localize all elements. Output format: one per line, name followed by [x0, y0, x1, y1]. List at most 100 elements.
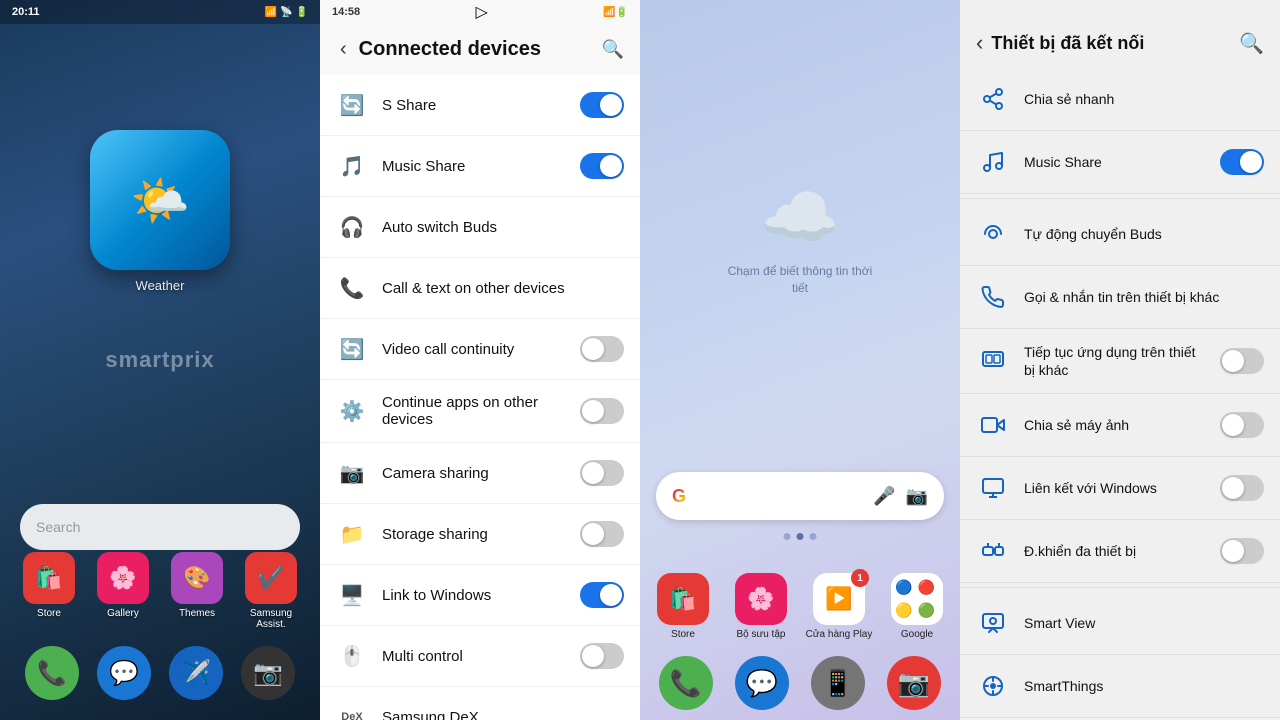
dock-camera[interactable]: 📷: [241, 646, 295, 700]
calltext-label: Call & text on other devices: [382, 280, 624, 297]
vn-item-smartview[interactable]: Smart View: [960, 592, 1280, 655]
lens-icon[interactable]: 📷: [906, 486, 928, 507]
setting-item-multicontrol[interactable]: 🖱️ Multi control: [320, 626, 640, 687]
sshare-toggle[interactable]: [580, 92, 624, 118]
status-bar-p2: 14:58 ▷ 📶🔋: [320, 0, 640, 24]
vn-item-chiasenhank[interactable]: Chia sẻ nhanh: [960, 68, 1280, 131]
dock-p1: 📞 💬 ✈️ 📷: [0, 636, 320, 710]
panel-android-home-vn: ☁️ Chạm để biết thông tin thời tiết G 🎤 …: [640, 0, 960, 720]
vn-smartview-icon: [976, 606, 1010, 640]
storagesharing-toggle[interactable]: [580, 521, 624, 547]
dock-phone[interactable]: 📞: [25, 646, 79, 700]
setting-item-calltext[interactable]: 📞 Call & text on other devices: [320, 258, 640, 319]
storagesharing-icon: 📁: [336, 518, 368, 550]
videocall-toggle[interactable]: [580, 336, 624, 362]
calltext-icon: 📞: [336, 272, 368, 304]
search-bar-p1[interactable]: Search: [20, 504, 300, 550]
continueapps-toggle[interactable]: [580, 398, 624, 424]
gallery-label: Gallery: [107, 608, 139, 619]
p3-store-label: Store: [671, 629, 695, 640]
vn-smartthings-icon: [976, 669, 1010, 703]
vn-settings-list: Chia sẻ nhanh Music Share: [960, 68, 1280, 720]
continueapps-label: Continue apps on other devices: [382, 394, 566, 428]
status-icons-p1: 📶📡🔋: [265, 7, 308, 18]
setting-item-continueapps[interactable]: ⚙️ Continue apps on other devices: [320, 380, 640, 443]
vn-calltext-label: Gọi & nhắn tin trên thiết bị khác: [1024, 288, 1264, 306]
grid-app-themes[interactable]: 🎨 Themes: [164, 552, 230, 630]
setting-item-sshare[interactable]: 🔄 S Share: [320, 75, 640, 136]
p3-app-store[interactable]: 🛍️ Store: [648, 573, 718, 640]
weather-icon: 🌤️: [130, 172, 190, 229]
p3-dock-app3[interactable]: 📱: [811, 656, 865, 710]
google-g-icon: G: [672, 486, 686, 507]
vn-item-camerasharing[interactable]: Chia sẻ máy ảnh: [960, 394, 1280, 457]
status-icons-p2: 📶🔋: [603, 7, 628, 18]
status-bar-panel1: 20:11 📶📡🔋: [0, 0, 320, 24]
play-badge: 1: [851, 569, 869, 587]
grid-app-store[interactable]: 🛍️ Store: [16, 552, 82, 630]
setting-item-autobuds[interactable]: 🎧 Auto switch Buds: [320, 197, 640, 258]
weather-app-icon[interactable]: 🌤️: [90, 130, 230, 270]
vn-linkwindows-icon: [976, 471, 1010, 505]
dock-messages[interactable]: 💬: [97, 646, 151, 700]
setting-item-musicshare[interactable]: 🎵 Music Share: [320, 136, 640, 197]
weather-app-container: 🌤️ Weather: [90, 130, 230, 293]
linkwindows-toggle[interactable]: [580, 582, 624, 608]
camerasharing-toggle[interactable]: [580, 460, 624, 486]
cloud-widget: ☁️ Chạm để biết thông tin thời tiết: [720, 180, 880, 297]
p3-store-icon: 🛍️: [657, 573, 709, 625]
setting-item-videocall[interactable]: 🔄 Video call continuity: [320, 319, 640, 380]
linkwindows-label: Link to Windows: [382, 587, 566, 604]
vn-item-autobuds[interactable]: Tự động chuyển Buds: [960, 203, 1280, 266]
setting-item-dex[interactable]: DeX Samsung DeX: [320, 687, 640, 720]
p3-app-gallery[interactable]: 🌸 Bộ sưu tập: [726, 573, 796, 640]
search-icon-p2[interactable]: 🔍: [602, 39, 624, 60]
back-button-p2[interactable]: ‹: [336, 34, 351, 65]
themes-label: Themes: [179, 608, 215, 619]
vn-smartview-label: Smart View: [1024, 614, 1264, 632]
autobuds-icon: 🎧: [336, 211, 368, 243]
grid-app-gallery[interactable]: 🌸 Gallery: [90, 552, 156, 630]
vn-camerasharing-toggle[interactable]: [1220, 412, 1264, 438]
musicshare-toggle[interactable]: [580, 153, 624, 179]
multicontrol-toggle[interactable]: [580, 643, 624, 669]
videocall-icon: 🔄: [336, 333, 368, 365]
vn-camerasharing-icon: [976, 408, 1010, 442]
vn-musicshare-toggle[interactable]: [1220, 149, 1264, 175]
p3-dock-phone[interactable]: 📞: [659, 656, 713, 710]
p3-gallery-label: Bộ sưu tập: [737, 629, 786, 640]
p3-google-icon: 🔵🔴🟡🟢: [891, 573, 943, 625]
p3-app-google[interactable]: 🔵🔴🟡🟢 Google: [882, 573, 952, 640]
vn-item-musicshare[interactable]: Music Share: [960, 131, 1280, 194]
p3-dock-messages[interactable]: 💬: [735, 656, 789, 710]
vn-item-continueapps[interactable]: Tiếp tục ứng dụng trên thiết bị khác: [960, 329, 1280, 394]
vn-musicshare-icon: [976, 145, 1010, 179]
vn-item-calltext[interactable]: Gọi & nhắn tin trên thiết bị khác: [960, 266, 1280, 329]
vn-multicontrol-label: Đ.khiển đa thiết bị: [1024, 542, 1206, 560]
p3-app-play[interactable]: ▶️ 1 Cửa hàng Play: [804, 573, 874, 640]
setting-item-camerasharing[interactable]: 📷 Camera sharing: [320, 443, 640, 504]
dock-p3: 📞 💬 📱 📷: [648, 656, 952, 710]
p3-dock-camera[interactable]: 📷: [887, 656, 941, 710]
camerasharing-icon: 📷: [336, 457, 368, 489]
mic-icon[interactable]: 🎤: [873, 486, 895, 507]
vn-continueapps-toggle[interactable]: [1220, 348, 1264, 374]
vn-item-linkwindows[interactable]: Liên kết với Windows: [960, 457, 1280, 520]
page-dots: [784, 533, 817, 540]
vn-item-smartthings[interactable]: SmartThings: [960, 655, 1280, 718]
musicshare-icon: 🎵: [336, 150, 368, 182]
dock-browser[interactable]: ✈️: [169, 646, 223, 700]
search-icon-p4[interactable]: 🔍: [1239, 31, 1264, 56]
vn-item-multicontrol[interactable]: Đ.khiển đa thiết bị: [960, 520, 1280, 583]
autobuds-label: Auto switch Buds: [382, 219, 624, 236]
setting-item-linkwindows[interactable]: 🖥️ Link to Windows: [320, 565, 640, 626]
continueapps-icon: ⚙️: [336, 395, 368, 427]
back-button-p4[interactable]: ‹: [976, 30, 983, 56]
vn-multicontrol-toggle[interactable]: [1220, 538, 1264, 564]
vn-calltext-icon: [976, 280, 1010, 314]
setting-item-storagesharing[interactable]: 📁 Storage sharing: [320, 504, 640, 565]
search-bar-p3[interactable]: G 🎤 📷: [656, 472, 944, 520]
vn-linkwindows-toggle[interactable]: [1220, 475, 1264, 501]
dex-icon: DeX: [336, 701, 368, 720]
grid-app-assistant[interactable]: ✔️ Samsung Assist.: [238, 552, 304, 630]
